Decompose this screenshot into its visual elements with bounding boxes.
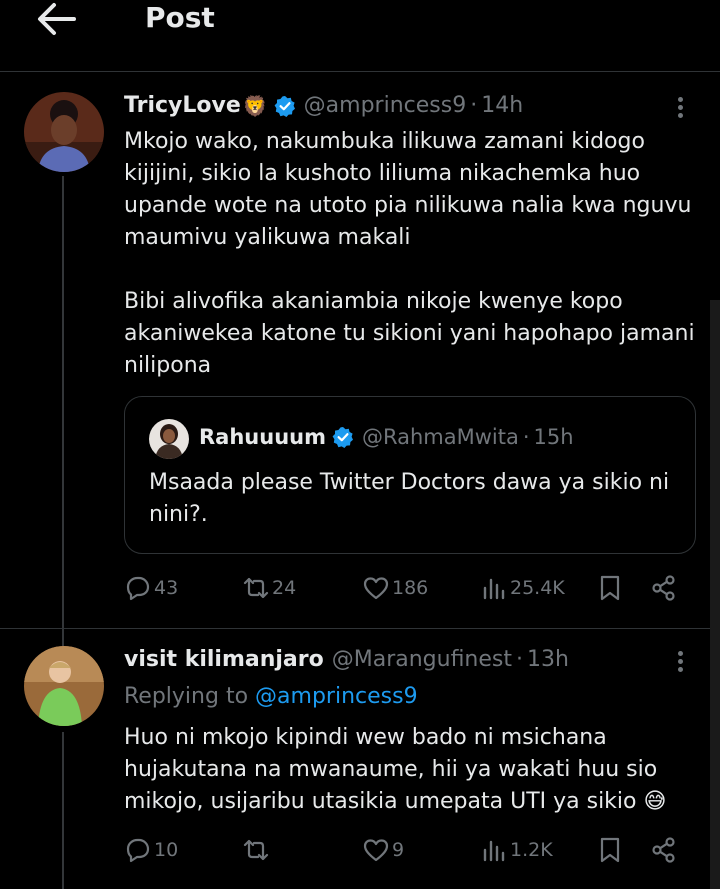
- separator-dot: ·: [470, 93, 478, 118]
- quoted-tweet-text: Msaada please Twitter Doctors dawa ya si…: [149, 470, 670, 527]
- share-icon: [652, 837, 675, 863]
- separator-dot: ·: [522, 425, 530, 449]
- reply-icon: [126, 838, 150, 863]
- reply-text: Huo ni mkojo kipindi wew bado ni msichan…: [124, 725, 667, 814]
- tweet-text: Mkojo wako, nakumbuka ilikuwa zamani kid…: [124, 129, 695, 378]
- more-options-button[interactable]: [668, 94, 692, 124]
- reply-count: 10: [154, 839, 179, 861]
- views-count: 1.2K: [510, 839, 553, 861]
- bookmark-icon: [600, 837, 620, 863]
- bookmark-button[interactable]: [596, 836, 626, 864]
- timestamp[interactable]: 15h: [534, 425, 574, 449]
- replying-to-label: Replying to: [124, 684, 249, 709]
- display-name[interactable]: visit kilimanjaro: [124, 647, 324, 672]
- back-button[interactable]: [36, 2, 76, 36]
- repost-button[interactable]: [242, 836, 272, 864]
- views-icon: [483, 578, 505, 600]
- repost-icon: [243, 839, 269, 861]
- handle[interactable]: @amprincess9: [304, 93, 467, 118]
- timestamp[interactable]: 13h: [527, 647, 569, 672]
- views-icon: [483, 840, 505, 862]
- like-icon: [363, 577, 389, 600]
- display-name[interactable]: Rahuuuum: [199, 425, 326, 449]
- reply-button[interactable]: 10: [124, 836, 178, 864]
- like-button[interactable]: 9: [362, 836, 404, 864]
- more-icon: [668, 651, 692, 672]
- page-title: Post: [145, 1, 215, 34]
- views-count: 25.4K: [510, 577, 565, 599]
- handle[interactable]: @RahmaMwita: [362, 425, 519, 449]
- mention-link[interactable]: @amprincess9: [255, 684, 418, 709]
- thread-line: [62, 176, 64, 646]
- views-button[interactable]: 1.2K: [480, 836, 553, 864]
- like-count: 9: [392, 839, 405, 861]
- separator-dot: ·: [516, 647, 523, 672]
- more-icon: [668, 97, 692, 118]
- avatar[interactable]: [24, 646, 104, 726]
- reply-icon: [126, 576, 150, 601]
- back-arrow-icon: [38, 3, 76, 35]
- like-icon: [363, 839, 389, 862]
- divider: [0, 628, 720, 629]
- quoted-author-row: Rahuuuum @RahmaMwita · 15h: [199, 425, 574, 449]
- share-button[interactable]: [650, 836, 680, 864]
- like-button[interactable]: 186: [362, 574, 428, 602]
- thread-line: [62, 732, 64, 889]
- tweet-author-row: TricyLove 🦁 @amprincess9 · 14h: [124, 93, 523, 118]
- replying-to: Replying to @amprincess9: [124, 684, 418, 709]
- scrollbar[interactable]: [710, 300, 720, 889]
- bookmark-button[interactable]: [596, 574, 626, 602]
- timestamp[interactable]: 14h: [481, 93, 523, 118]
- repost-icon: [243, 577, 269, 599]
- verified-badge-icon: [332, 427, 353, 448]
- repost-button[interactable]: 24: [242, 574, 296, 602]
- tweet-actions: 43 24 186 25.4K: [124, 574, 694, 608]
- more-options-button[interactable]: [668, 648, 692, 678]
- verified-badge-icon: [274, 95, 295, 117]
- repost-count: 24: [272, 577, 297, 599]
- share-icon: [652, 575, 675, 601]
- handle[interactable]: @Marangufinest: [332, 647, 512, 672]
- like-count: 186: [392, 577, 429, 599]
- top-bar: Post: [0, 0, 720, 72]
- quoted-tweet[interactable]: Rahuuuum @RahmaMwita · 15h Msaada please…: [124, 396, 696, 554]
- views-button[interactable]: 25.4K: [480, 574, 565, 602]
- avatar[interactable]: [149, 419, 189, 459]
- avatar[interactable]: [24, 92, 104, 172]
- reply-actions: 10 9 1.2K: [124, 836, 694, 870]
- reply-count: 43: [154, 577, 179, 599]
- display-name[interactable]: TricyLove: [124, 93, 241, 118]
- reply-author-row: visit kilimanjaro @Marangufinest · 13h: [124, 647, 569, 672]
- lion-emoji-icon: 🦁: [242, 93, 268, 118]
- reply-button[interactable]: 43: [124, 574, 178, 602]
- share-button[interactable]: [650, 574, 680, 602]
- bookmark-icon: [600, 575, 620, 601]
